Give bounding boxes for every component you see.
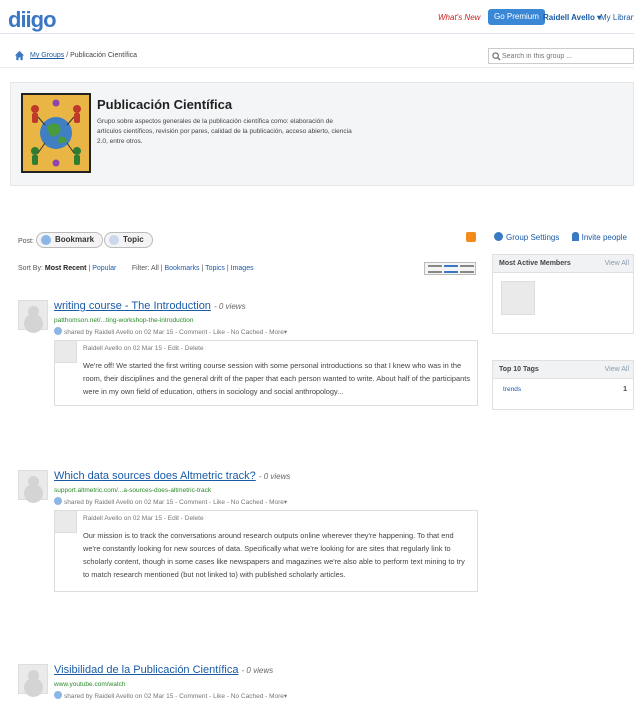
annotation-header: Raidell Avello on 02 Mar 15 - Edit - Del…: [83, 515, 204, 522]
item-title-text[interactable]: writing course - The Introduction: [54, 300, 211, 312]
item-url[interactable]: support.altmetric.com/...a-sources-does-…: [54, 487, 211, 494]
group-settings-link[interactable]: Group Settings: [506, 233, 559, 242]
item-title[interactable]: writing course - The Introduction - 0 vi…: [54, 300, 246, 312]
user-menu[interactable]: Raidell Avello ▾: [543, 13, 601, 22]
search-icon: [492, 52, 501, 61]
gear-icon[interactable]: [494, 232, 503, 241]
sort-filter-bar: Sort By: Most Recent | Popular Filter: A…: [18, 265, 254, 272]
list-item: writing course - The Introduction - 0 vi…: [18, 300, 478, 410]
compact-view-icon[interactable]: [460, 265, 474, 273]
top-bar: diigo What's New Go Premium Raidell Avel…: [0, 0, 634, 34]
sort-label: Sort By:: [18, 265, 43, 272]
annotation-box: Raidell Avello on 02 Mar 15 - Edit - Del…: [54, 510, 478, 592]
search-input[interactable]: [502, 50, 630, 62]
group-actions: Group Settings Invite people: [494, 232, 627, 242]
item-title[interactable]: Visibilidad de la Publicación Científica…: [54, 664, 273, 676]
view-mode-toggle[interactable]: [424, 262, 476, 275]
item-meta-text: shared by Raidell Avello on 02 Mar 15 - …: [64, 329, 288, 336]
group-description: Grupo sobre aspectos generales de la pub…: [97, 118, 352, 145]
panel-header: Top 10 Tags View All: [493, 361, 633, 379]
annotation-text: Our mission is to track the conversation…: [83, 531, 465, 579]
topic-icon: [109, 235, 119, 245]
annotation-avatar[interactable]: [55, 341, 77, 363]
group-header: Publicación Científica Grupo sobre aspec…: [10, 82, 634, 186]
item-meta-text: shared by Raidell Avello on 02 Mar 15 - …: [64, 693, 288, 700]
topic-button[interactable]: Topic: [104, 232, 153, 248]
item-views: - 0 views: [241, 666, 274, 675]
home-icon[interactable]: [14, 50, 25, 61]
panel-header: Most Active Members View All: [493, 255, 633, 273]
group-image: [21, 93, 91, 173]
topic-button-label: Topic: [123, 235, 144, 244]
item-url[interactable]: www.youtube.com/watch: [54, 681, 126, 688]
member-avatar[interactable]: [501, 281, 535, 315]
breadcrumb-my-groups[interactable]: My Groups: [30, 52, 64, 59]
group-search[interactable]: [488, 48, 634, 64]
bookmark-icon: [41, 235, 51, 245]
item-views: - 0 views: [258, 472, 291, 481]
invite-people-link[interactable]: Invite people: [582, 233, 627, 242]
annotation-avatar[interactable]: [55, 511, 77, 533]
filter-topics[interactable]: Topics: [205, 265, 225, 272]
breadcrumb-current: Publicación Científica: [70, 52, 138, 59]
my-library-link[interactable]: My Library: [600, 13, 634, 22]
item-title-text[interactable]: Visibilidad de la Publicación Científica: [54, 664, 238, 676]
item-meta: shared by Raidell Avello on 02 Mar 15 - …: [54, 327, 287, 336]
item-views: - 0 views: [214, 302, 246, 311]
globe-people-icon: [23, 95, 89, 171]
post-label: Post:: [18, 238, 34, 245]
most-active-members-panel: Most Active Members View All: [492, 254, 634, 334]
avatar[interactable]: [18, 300, 48, 330]
filter-images[interactable]: Images: [231, 265, 254, 272]
annotation-text: We're off! We started the first writing …: [83, 361, 471, 396]
item-title[interactable]: Which data sources does Altmetric track?…: [54, 470, 290, 482]
breadcrumb-separator: /: [66, 52, 69, 59]
panel-title: Top 10 Tags: [499, 366, 539, 373]
share-icon: [54, 327, 62, 335]
sort-most-recent[interactable]: Most Recent: [45, 265, 87, 272]
filter-label: Filter:: [131, 265, 150, 272]
tag-count: 1: [623, 386, 627, 393]
bookmark-button-label: Bookmark: [55, 235, 95, 244]
avatar[interactable]: [18, 470, 48, 500]
share-icon: [54, 691, 62, 699]
list-item: Which data sources does Altmetric track?…: [18, 470, 478, 630]
annotation-header: Raidell Avello on 02 Mar 15 - Edit - Del…: [83, 345, 204, 352]
expanded-view-icon[interactable]: [444, 265, 458, 273]
invite-person-icon[interactable]: [571, 232, 579, 241]
top-tags-panel: Top 10 Tags View All trends 1: [492, 360, 634, 410]
go-premium-button[interactable]: Go Premium: [488, 9, 545, 25]
sort-popular[interactable]: Popular: [92, 265, 116, 272]
item-meta-text: shared by Raidell Avello on 02 Mar 15 - …: [64, 499, 288, 506]
annotation-box: Raidell Avello on 02 Mar 15 - Edit - Del…: [54, 340, 478, 406]
item-url[interactable]: patthomson.net/...ting-workshop-the-intr…: [54, 317, 193, 324]
group-title: Publicación Científica: [97, 97, 233, 112]
list-item: Visibilidad de la Publicación Científica…: [18, 664, 478, 708]
breadcrumb: My Groups / Publicación Científica: [30, 52, 137, 59]
share-icon: [54, 497, 62, 505]
whats-new-link[interactable]: What's New: [438, 13, 480, 22]
view-all-link[interactable]: View All: [605, 260, 629, 267]
item-meta: shared by Raidell Avello on 02 Mar 15 - …: [54, 497, 287, 506]
filter-bookmarks[interactable]: Bookmarks: [164, 265, 199, 272]
diigo-logo[interactable]: diigo: [8, 7, 57, 33]
rss-icon[interactable]: [466, 232, 476, 242]
view-all-link[interactable]: View All: [605, 366, 629, 373]
item-meta: shared by Raidell Avello on 02 Mar 15 - …: [54, 691, 287, 700]
item-title-text[interactable]: Which data sources does Altmetric track?: [54, 470, 256, 482]
filter-all[interactable]: All: [151, 265, 159, 272]
panel-title: Most Active Members: [499, 260, 571, 267]
breadcrumb-bar: My Groups / Publicación Científica: [0, 48, 634, 68]
bookmark-button[interactable]: Bookmark: [36, 232, 104, 248]
list-view-icon[interactable]: [428, 265, 442, 273]
avatar[interactable]: [18, 664, 48, 694]
tag-link[interactable]: trends: [503, 386, 521, 393]
